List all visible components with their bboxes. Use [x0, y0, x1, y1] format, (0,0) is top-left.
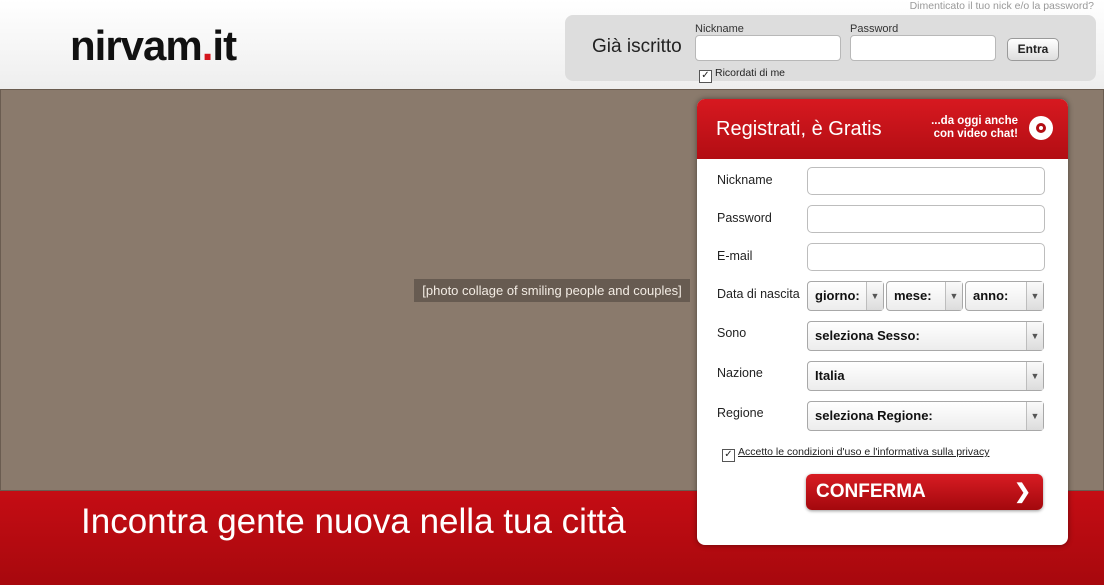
logo-heart-dot: . [201, 22, 214, 69]
remember-me-label: Ricordati di me [715, 67, 786, 79]
forgot-credentials-link[interactable]: Dimenticato il tuo nick e/o la password? [910, 0, 1094, 12]
chevron-down-icon: ▼ [1026, 282, 1043, 310]
login-box: Già iscritto Nickname Password Entra ✓ Ri… [565, 15, 1096, 83]
confirm-button-label: CONFERMA [816, 481, 926, 502]
chevron-down-icon: ▼ [1026, 402, 1043, 430]
birth-day-select[interactable]: giorno: ▼ [807, 281, 884, 311]
webcam-icon [1029, 116, 1053, 140]
privacy-terms-link[interactable]: Accetto le condizioni d'uso e l'informat… [738, 446, 989, 458]
region-label: Regione [717, 406, 764, 420]
logo-tld: it [212, 22, 237, 69]
reg-email-label: E-mail [717, 249, 753, 263]
region-select[interactable]: seleziona Regione: ▼ [807, 401, 1044, 431]
birth-year-select[interactable]: anno: ▼ [965, 281, 1044, 311]
chevron-right-icon: ❯ [1014, 481, 1031, 503]
country-label: Nazione [717, 366, 763, 380]
reg-nickname-label: Nickname [717, 173, 773, 187]
login-password-input[interactable] [850, 35, 996, 61]
gender-value: seleziona Sesso: [815, 328, 920, 343]
birth-day-value: giorno: [815, 288, 860, 303]
reg-password-input[interactable] [807, 205, 1045, 233]
login-title: Già iscritto [592, 36, 682, 57]
chevron-down-icon: ▼ [866, 282, 883, 310]
video-chat-note: ...da oggi anche con video chat! [931, 115, 1018, 141]
logo-text: nirvam [70, 22, 203, 69]
remember-me-checkbox[interactable]: ✓ [699, 70, 712, 83]
login-nickname-label: Nickname [695, 23, 744, 35]
confirm-button[interactable]: CONFERMA ❯ [806, 474, 1043, 510]
registration-panel: Registrati, è Gratis ...da oggi anche co… [697, 99, 1068, 545]
region-value: seleziona Regione: [815, 408, 933, 423]
site-logo[interactable]: nirvam.it [70, 22, 237, 70]
birth-year-value: anno: [973, 288, 1009, 303]
gender-select[interactable]: seleziona Sesso: ▼ [807, 321, 1044, 351]
remember-me[interactable]: ✓ Ricordati di me [699, 67, 785, 83]
video-chat-note-line2: con video chat! [933, 128, 1018, 140]
reg-password-label: Password [717, 211, 772, 225]
country-select[interactable]: Italia ▼ [807, 361, 1044, 391]
chevron-down-icon: ▼ [1026, 322, 1043, 350]
chevron-down-icon: ▼ [1026, 362, 1043, 390]
tagline-text: Incontra gente nuova nella tua città [81, 502, 626, 541]
login-password-label: Password [850, 23, 899, 35]
reg-nickname-input[interactable] [807, 167, 1045, 195]
birth-month-value: mese: [894, 288, 932, 303]
photo-collage-placeholder: [photo collage of smiling people and cou… [414, 278, 690, 302]
gender-label: Sono [717, 326, 747, 340]
chevron-down-icon: ▼ [945, 282, 962, 310]
privacy-consent[interactable]: ✓ Accetto le condizioni d'uso e l'informa… [722, 446, 989, 462]
birth-month-select[interactable]: mese: ▼ [886, 281, 963, 311]
reg-email-input[interactable] [807, 243, 1045, 271]
registration-header: Registrati, è Gratis ...da oggi anche co… [697, 99, 1068, 159]
registration-title: Registrati, è Gratis [716, 118, 882, 140]
video-chat-note-line1: ...da oggi anche [931, 115, 1018, 127]
country-value: Italia [815, 368, 845, 383]
login-nickname-input[interactable] [695, 35, 841, 61]
top-bar: nirvam.it Dimenticato il tuo nick e/o la… [0, 0, 1104, 89]
login-submit-button[interactable]: Entra [1007, 38, 1059, 61]
privacy-checkbox[interactable]: ✓ [722, 449, 735, 462]
birthdate-label: Data di nascita [717, 287, 800, 301]
